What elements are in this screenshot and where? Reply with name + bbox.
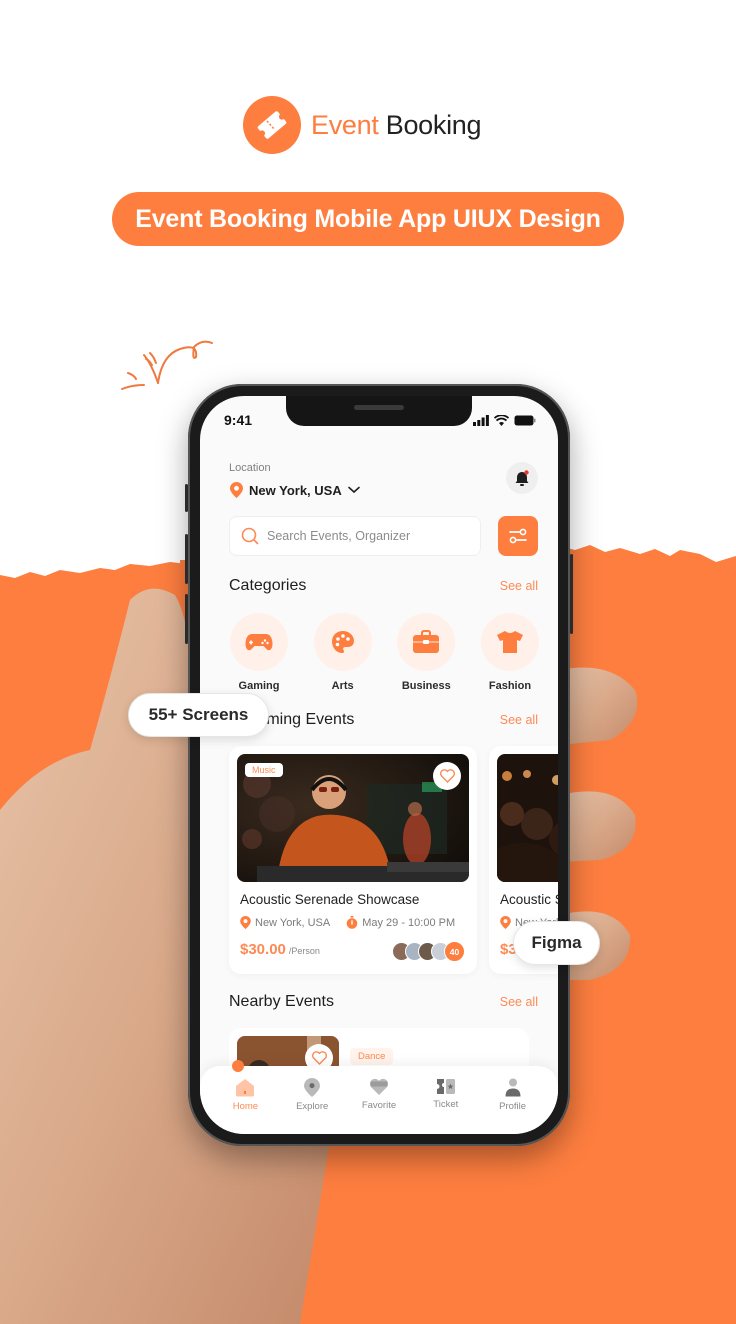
- filter-sliders-icon: [509, 528, 527, 544]
- nearby-events-header: Nearby Events See all: [229, 993, 538, 1011]
- category-label: Business: [401, 680, 451, 692]
- figma-badge: Figma: [513, 921, 600, 965]
- event-image: Music: [237, 754, 469, 882]
- favorite-button[interactable]: [433, 762, 461, 790]
- nearby-see-all-link[interactable]: See all: [500, 995, 538, 1009]
- category-fashion[interactable]: Fashion: [480, 613, 540, 692]
- event-title: Acoustic Serenade Showcase: [500, 892, 558, 907]
- price-value: $30.00: [240, 941, 286, 958]
- heart-outline-icon: [439, 769, 455, 783]
- briefcase-icon: [413, 630, 440, 653]
- brand: Event Booking: [243, 96, 482, 154]
- category-arts[interactable]: Arts: [313, 613, 373, 692]
- screens-count-badge: 55+ Screens: [128, 693, 269, 737]
- category-business[interactable]: Business: [396, 613, 456, 692]
- chevron-down-icon: [347, 486, 360, 494]
- filter-button[interactable]: [498, 516, 538, 556]
- notifications-button[interactable]: [506, 462, 538, 494]
- tab-explore[interactable]: Explore: [282, 1078, 342, 1134]
- event-price: $30.00 /Person: [240, 941, 320, 958]
- map-pin-icon: [230, 482, 243, 498]
- ticket-icon: [436, 1079, 455, 1094]
- categories-header: Categories See all: [229, 577, 538, 595]
- upcoming-events-header: Upcoming Events See all: [229, 711, 538, 729]
- stopwatch-icon: [346, 916, 358, 929]
- brand-name-rest: Booking: [385, 109, 482, 140]
- phone-mockup: 9:41 Location New York, USA Search Event…: [185, 384, 573, 1146]
- categories-list: Gaming Arts Business Fashion: [229, 613, 540, 692]
- map-pin-icon: [304, 1078, 321, 1097]
- home-icon: [236, 1079, 255, 1097]
- ticket-logo-icon: [243, 96, 301, 154]
- categories-title: Categories: [229, 577, 307, 594]
- map-pin-icon: [240, 916, 251, 929]
- map-pin-icon: [500, 916, 511, 929]
- category-gaming[interactable]: Gaming: [229, 613, 289, 692]
- tab-profile[interactable]: Profile: [483, 1078, 543, 1134]
- tab-label: Profile: [499, 1101, 527, 1112]
- location-selector[interactable]: New York, USA: [230, 482, 360, 498]
- signal-icon: [473, 414, 489, 426]
- category-label: Fashion: [488, 680, 532, 692]
- search-icon: [241, 527, 259, 545]
- tab-label: Explore: [296, 1101, 329, 1112]
- status-time: 9:41: [224, 412, 253, 428]
- upcoming-see-all-link[interactable]: See all: [500, 713, 538, 727]
- event-image: [497, 754, 558, 882]
- gamepad-icon: [245, 634, 273, 651]
- headline-banner: Event Booking Mobile App UIUX Design: [112, 192, 624, 246]
- event-card[interactable]: Music Acoustic Serenade Showcase New Yor…: [229, 746, 477, 974]
- active-tab-indicator: [232, 1060, 244, 1072]
- event-datetime: May 29 - 10:00 PM: [362, 916, 456, 929]
- search-input[interactable]: [267, 529, 467, 543]
- phone-notch: [286, 396, 472, 426]
- search-bar: [229, 516, 481, 556]
- location-value: New York, USA: [249, 482, 342, 498]
- attendee-count: 40: [444, 941, 465, 962]
- tab-label: Home: [232, 1101, 259, 1112]
- tab-label: Ticket: [433, 1099, 459, 1110]
- nearby-events-title: Nearby Events: [229, 993, 334, 1010]
- tab-favorite[interactable]: Favorite: [349, 1078, 409, 1134]
- category-label: Arts: [331, 680, 354, 692]
- bottom-tab-bar: Home Explore Favorite Ticket Profile: [200, 1060, 558, 1134]
- tab-home[interactable]: Home: [215, 1078, 275, 1134]
- heart-outline-icon: [311, 1051, 327, 1065]
- tab-label: Favorite: [361, 1100, 397, 1111]
- attendee-avatars: 40: [392, 941, 465, 962]
- doodle-sparkle-icon: [121, 340, 213, 390]
- wifi-icon: [494, 414, 509, 426]
- brand-name: Event Booking: [311, 109, 482, 141]
- tab-ticket[interactable]: Ticket: [416, 1078, 476, 1134]
- event-category-tag: Music: [245, 763, 283, 777]
- palette-icon: [331, 631, 354, 653]
- categories-see-all-link[interactable]: See all: [500, 579, 538, 593]
- event-meta: New York, USA May 29 - 10:00 PM: [240, 916, 455, 929]
- price-unit: /Person: [288, 946, 320, 956]
- user-icon: [505, 1078, 521, 1097]
- bell-icon: [515, 469, 529, 486]
- location-label: Location: [229, 462, 271, 474]
- event-category-tag: Dance: [350, 1048, 394, 1065]
- event-title: Acoustic Serenade Showcase: [240, 892, 420, 907]
- event-location: New York, USA: [255, 916, 331, 929]
- brand-name-accent: Event: [311, 109, 379, 140]
- battery-icon: [514, 415, 536, 425]
- heart-icon: [369, 1078, 388, 1095]
- app-screen: 9:41 Location New York, USA Search Event…: [200, 396, 558, 1134]
- shirt-icon: [496, 631, 523, 653]
- category-label: Gaming: [238, 680, 280, 692]
